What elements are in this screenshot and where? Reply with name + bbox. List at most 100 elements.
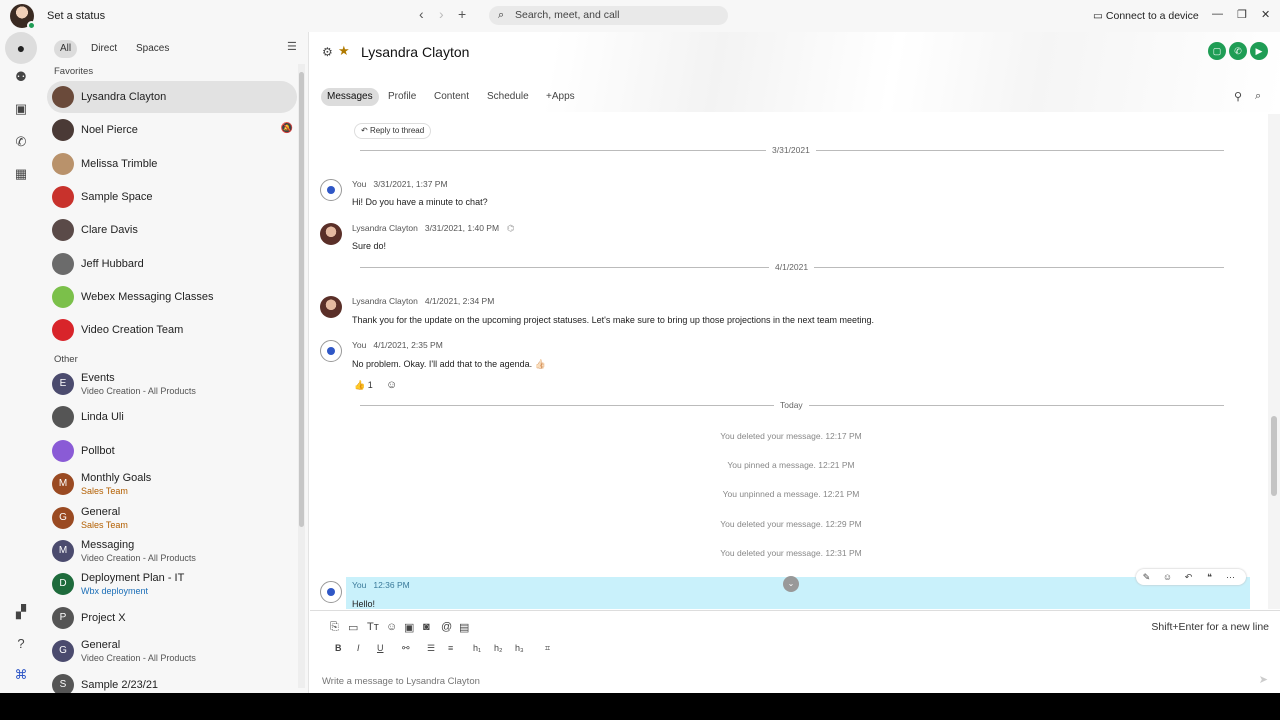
teams-icon[interactable]: ⚉ (12, 68, 30, 86)
contact-card-icon[interactable]: ▤ (459, 621, 469, 634)
set-status-link[interactable]: Set a status (47, 10, 105, 22)
format-text-icon[interactable]: Tт (367, 621, 379, 633)
calling-icon[interactable]: ✆ (12, 133, 30, 151)
react-icon[interactable]: ☺ (1157, 569, 1178, 585)
search-input[interactable]: ⌕ Search, meet, and call (489, 6, 728, 25)
meetings-calendar-icon[interactable]: ▦ (12, 165, 30, 183)
conversation-subtitle: Video Creation - All Products (81, 386, 196, 396)
sidebar-scroll-thumb[interactable] (299, 72, 304, 527)
conversation-name: Project X (81, 611, 126, 624)
conversation-name: Jeff Hubbard (81, 257, 144, 270)
sticker-icon[interactable]: ◙ (423, 621, 430, 633)
video-call-icon[interactable]: ▶ (1250, 42, 1268, 60)
message-meta: You 12:36 PM (352, 580, 410, 590)
link-icon[interactable]: ⚯ (402, 643, 410, 654)
message-input[interactable] (322, 673, 1242, 689)
avatar (320, 296, 342, 318)
conversation-item[interactable]: Pollbot (47, 435, 297, 467)
conversation-name: Noel Pierce (81, 124, 138, 137)
help-icon[interactable]: ? (12, 635, 30, 653)
conversation-item[interactable]: G General Sales Team (47, 502, 297, 534)
conversation-item[interactable]: Video Creation Team (47, 314, 297, 346)
filter-icon[interactable]: ☰ (287, 40, 297, 53)
plus-icon[interactable]: + (458, 6, 466, 22)
muted-bell-icon[interactable]: 🔕 (281, 123, 293, 134)
filter-tab-all[interactable]: All (54, 40, 78, 58)
pin-icon[interactable]: ⚲ (1234, 90, 1242, 103)
conversation-item[interactable]: Sample Space (47, 181, 297, 213)
conversation-item[interactable]: Jeff Hubbard (47, 248, 297, 280)
reply-icon[interactable]: ↶ (1178, 569, 1199, 585)
code-block-icon[interactable]: ⌗ (545, 643, 550, 654)
quote-icon[interactable]: ❝ (1199, 569, 1220, 585)
my-avatar[interactable] (10, 4, 36, 30)
audio-call-icon[interactable]: ✆ (1229, 42, 1247, 60)
avatar (52, 119, 74, 142)
reply-to-thread-button[interactable]: ↶ Reply to thread (354, 123, 432, 139)
tab-content[interactable]: Content (428, 88, 475, 106)
favorite-star-icon[interactable]: ★ (338, 43, 350, 59)
numbered-list-icon[interactable]: ≡ (448, 643, 453, 653)
conversation-subtitle: Wbx deployment (81, 586, 149, 597)
close-icon[interactable]: ✕ (1261, 8, 1270, 21)
conversation-item[interactable]: P Project X (47, 602, 297, 634)
restore-icon[interactable]: ❐ (1237, 8, 1247, 21)
conversation-name: Webex Messaging Classes (81, 290, 214, 303)
message-time: 3/31/2021, 1:37 PM (373, 179, 448, 189)
conversation-item[interactable]: Webex Messaging Classes (47, 281, 297, 313)
more-icon[interactable]: ⋯ (1220, 569, 1241, 585)
mention-icon[interactable]: @ (441, 621, 452, 633)
emoji-icon[interactable]: ☺ (386, 621, 397, 633)
conversation-item[interactable]: Clare Davis (47, 214, 297, 246)
conversation-item[interactable]: Noel Pierce 🔕 (47, 114, 297, 146)
avatar: E (52, 373, 74, 395)
filter-tab-spaces[interactable]: Spaces (130, 40, 175, 58)
conversation-item[interactable]: S Sample 2/23/21 (47, 669, 297, 693)
back-arrow-icon[interactable]: ‹ (419, 6, 424, 22)
conversation-item[interactable]: M Monthly Goals Sales Team (47, 468, 297, 500)
tab-schedule[interactable]: Schedule (481, 88, 535, 106)
minimize-icon[interactable]: — (1212, 8, 1223, 20)
contacts-icon[interactable]: ▣ (12, 100, 30, 118)
conversation-item[interactable]: E Events Video Creation - All Products (47, 368, 297, 400)
underline-icon[interactable]: U (377, 643, 384, 653)
forward-arrow-icon[interactable]: › (439, 6, 444, 22)
send-icon[interactable]: ➤ (1259, 673, 1268, 686)
add-reaction-icon[interactable]: ☺ (386, 377, 397, 393)
tab-messages[interactable]: Messages (321, 88, 379, 106)
messaging-icon[interactable]: ● (5, 32, 37, 64)
attach-icon[interactable]: ⎘ (330, 621, 339, 634)
search-messages-icon[interactable]: ⌕ (1255, 90, 1261, 103)
system-message: You unpinned a message. 12:21 PM (722, 489, 860, 499)
conversation-item[interactable]: M Messaging Video Creation - All Products (47, 535, 297, 567)
bullet-list-icon[interactable]: ☰ (427, 643, 435, 654)
screenshot-icon[interactable]: ▭ (348, 621, 358, 634)
italic-icon[interactable]: I (357, 643, 360, 653)
bold-icon[interactable]: B (335, 643, 342, 653)
filter-tab-direct[interactable]: Direct (85, 40, 123, 58)
scroll-to-bottom-icon[interactable]: ⌄ (783, 576, 799, 592)
heading-3-icon[interactable]: h₃ (515, 643, 524, 653)
apps-icon[interactable]: ▞ (12, 603, 30, 621)
heading-1-icon[interactable]: h₁ (473, 643, 481, 653)
conversation-subtitle: Sales Team (81, 486, 128, 497)
conversation-item[interactable]: D Deployment Plan - IT Wbx deployment (47, 568, 297, 600)
avatar: S (52, 673, 74, 693)
message-scrollbar[interactable] (1268, 114, 1280, 609)
conversation-pane: ⚙ ★ Lysandra Clayton ▢ ✆ ▶ Messages Prof… (310, 32, 1280, 693)
gear-icon[interactable]: ⚙ (322, 45, 333, 59)
shortcuts-icon[interactable]: ⌘ (12, 666, 30, 684)
conversation-item[interactable]: Melissa Trimble (47, 148, 297, 180)
conversation-item[interactable]: G General Video Creation - All Products (47, 635, 297, 667)
heading-2-icon[interactable]: h₂ (494, 643, 503, 653)
gif-icon[interactable]: ▣ (404, 621, 414, 634)
connect-device-button[interactable]: ▭ Connect to a device (1093, 10, 1199, 22)
reaction-thumbs-up[interactable]: 👍 1 (354, 377, 373, 393)
edit-icon[interactable]: ✎ (1136, 569, 1157, 585)
tab-apps[interactable]: +Apps (540, 88, 581, 106)
screen-share-icon[interactable]: ▢ (1208, 42, 1226, 60)
message-scroll-thumb[interactable] (1271, 416, 1277, 496)
conversation-item[interactable]: Linda Uli (47, 401, 297, 433)
tab-profile[interactable]: Profile (382, 88, 422, 106)
conversation-item[interactable]: Lysandra Clayton (47, 81, 297, 113)
